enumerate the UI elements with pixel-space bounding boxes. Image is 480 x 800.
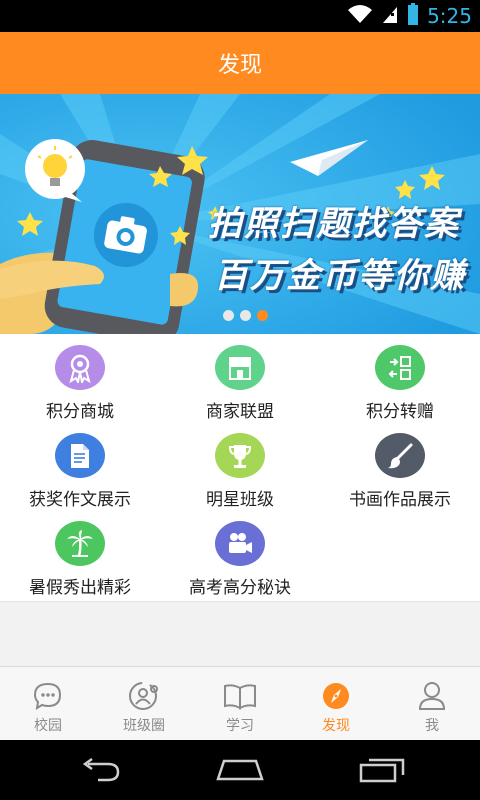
- trophy-icon: [215, 433, 265, 478]
- carousel-indicator: [0, 310, 480, 321]
- award-ribbon-icon: [55, 345, 105, 390]
- user-icon: [415, 679, 449, 713]
- feature-points-mall[interactable]: 积分商城: [0, 334, 160, 422]
- wifi-icon: [347, 3, 373, 29]
- paintbrush-icon: [375, 433, 425, 478]
- tab-label: 学习: [226, 718, 254, 734]
- class-circle-icon: [127, 679, 161, 713]
- feature-star-classes[interactable]: 明星班级: [160, 422, 320, 510]
- banner-headline: 拍照扫题找答案: [208, 204, 460, 244]
- video-camera-icon: [215, 521, 265, 566]
- transfer-icon: [375, 345, 425, 390]
- feature-label: 高考高分秘诀: [189, 578, 291, 598]
- banner-subheadline: 百万金币等你赚: [214, 256, 466, 296]
- recent-apps-icon[interactable]: [352, 754, 412, 786]
- feature-summer-showcase[interactable]: 暑假秀出精彩: [0, 510, 160, 598]
- tab-class-circle[interactable]: 班级圈: [96, 667, 192, 741]
- chat-bubble-icon: [31, 679, 65, 713]
- battery-icon: [407, 2, 419, 30]
- carousel-dot[interactable]: [222, 310, 234, 321]
- feature-label: 书画作品展示: [349, 490, 451, 510]
- feature-points-transfer[interactable]: 积分转赠: [320, 334, 480, 422]
- tab-campus[interactable]: 校园: [0, 667, 96, 741]
- tab-study[interactable]: 学习: [192, 667, 288, 741]
- feature-exam-tips[interactable]: 高考高分秘诀: [160, 510, 320, 598]
- feature-label: 获奖作文展示: [29, 490, 131, 510]
- tab-label: 校园: [34, 718, 62, 734]
- feature-merchant-alliance[interactable]: 商家联盟: [160, 334, 320, 422]
- storefront-icon: [215, 345, 265, 390]
- feature-grid: 积分商城 商家联盟 积分转赠 获奖作文展示 明星班级 书画作品展示 暑假秀出精彩…: [0, 334, 480, 602]
- bottom-tab-bar: 校园 班级圈 学习 发现 我: [0, 666, 480, 740]
- document-icon: [55, 433, 105, 478]
- app-header: 发现: [0, 32, 480, 94]
- tab-discover[interactable]: 发现: [288, 667, 384, 741]
- feature-calligraphy-painting[interactable]: 书画作品展示: [320, 422, 480, 510]
- tab-me[interactable]: 我: [384, 667, 480, 741]
- tab-label: 发现: [322, 718, 350, 734]
- tab-label: 班级圈: [123, 718, 165, 734]
- home-icon[interactable]: [210, 754, 270, 786]
- feature-label: 积分商城: [46, 402, 114, 422]
- promo-banner[interactable]: 拍照扫题找答案 百万金币等你赚: [0, 94, 480, 334]
- feature-label: 商家联盟: [206, 402, 274, 422]
- feature-label: 明星班级: [206, 490, 274, 510]
- system-nav-bar: [0, 740, 480, 800]
- book-icon: [223, 679, 257, 713]
- compass-icon: [319, 679, 353, 713]
- back-icon[interactable]: [70, 754, 130, 786]
- feature-label: 积分转赠: [366, 402, 434, 422]
- palm-tree-icon: [55, 521, 105, 566]
- carousel-dot-active[interactable]: [256, 310, 268, 321]
- feature-award-essays[interactable]: 获奖作文展示: [0, 422, 160, 510]
- signal-icon: [381, 3, 399, 29]
- page-title: 发现: [217, 53, 262, 78]
- feature-label: 暑假秀出精彩: [29, 578, 131, 598]
- carousel-dot[interactable]: [239, 310, 251, 321]
- status-bar: 5:25: [0, 0, 480, 32]
- status-time: 5:25: [427, 4, 472, 28]
- tab-label: 我: [425, 718, 439, 734]
